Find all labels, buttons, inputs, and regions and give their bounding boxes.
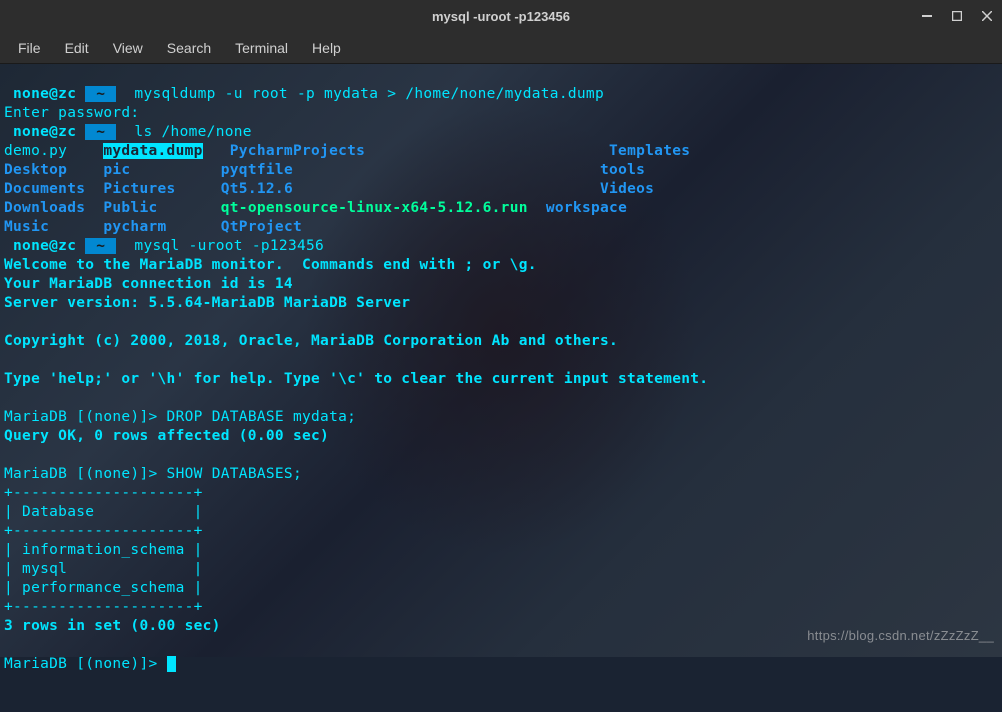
ls-spacer xyxy=(167,219,221,235)
menu-file[interactable]: File xyxy=(6,36,53,60)
ls-spacer xyxy=(528,200,546,216)
ls-dir: Music xyxy=(4,219,49,235)
prompt-user: none@zc xyxy=(4,124,85,140)
ls-spacer xyxy=(130,162,220,178)
ls-dir: Downloads xyxy=(4,200,85,216)
ls-dir: Qt5.12.6 xyxy=(221,181,293,197)
ls-file-highlighted: mydata.dump xyxy=(103,143,202,159)
window-title: mysql -uroot -p123456 xyxy=(432,9,570,24)
menu-edit[interactable]: Edit xyxy=(53,36,101,60)
table-row: | performance_schema | xyxy=(4,580,203,596)
prompt-path: ~ xyxy=(85,238,116,254)
ls-dir: QtProject xyxy=(221,219,302,235)
table-separator: +--------------------+ xyxy=(4,523,203,539)
output-line: Server version: 5.5.64-MariaDB MariaDB S… xyxy=(4,295,410,311)
cursor xyxy=(167,656,176,672)
command-text: mysqldump -u root -p mydata > /home/none… xyxy=(116,86,604,102)
ls-dir: pycharm xyxy=(103,219,166,235)
ls-dir: workspace xyxy=(546,200,627,216)
ls-spacer xyxy=(293,162,600,178)
menu-view[interactable]: View xyxy=(101,36,155,60)
ls-spacer xyxy=(293,181,600,197)
ls-dir: Pictures xyxy=(103,181,175,197)
prompt-user: none@zc xyxy=(4,238,85,254)
prompt-path: ~ xyxy=(85,86,116,102)
output-line: Type 'help;' or '\h' for help. Type '\c'… xyxy=(4,371,708,387)
output-line: Enter password: xyxy=(4,105,148,121)
ls-dir: pyqtfile xyxy=(221,162,293,178)
watermark: https://blog.csdn.net/zZzZzZ__ xyxy=(807,626,994,645)
prompt-user: none@zc xyxy=(4,86,85,102)
ls-spacer xyxy=(176,181,221,197)
mariadb-prompt: MariaDB [(none)]> xyxy=(4,466,167,482)
command-text: mysql -uroot -p123456 xyxy=(116,238,324,254)
menu-terminal[interactable]: Terminal xyxy=(223,36,300,60)
ls-spacer xyxy=(85,200,103,216)
ls-spacer xyxy=(203,143,230,159)
table-separator: +--------------------+ xyxy=(4,599,203,615)
table-row: | information_schema | xyxy=(4,542,203,558)
table-row: | mysql | xyxy=(4,561,203,577)
menu-search[interactable]: Search xyxy=(155,36,223,60)
mariadb-prompt: MariaDB [(none)]> xyxy=(4,409,167,425)
close-button[interactable] xyxy=(978,7,996,25)
output-line: Copyright (c) 2000, 2018, Oracle, MariaD… xyxy=(4,333,618,349)
mariadb-prompt: MariaDB [(none)]> xyxy=(4,656,167,672)
window-controls xyxy=(918,7,996,25)
minimize-button[interactable] xyxy=(918,7,936,25)
sql-command: SHOW DATABASES; xyxy=(167,466,302,482)
ls-spacer xyxy=(158,200,221,216)
sql-command: DROP DATABASE mydata; xyxy=(167,409,357,425)
ls-dir: tools xyxy=(600,162,645,178)
output-line: Query OK, 0 rows affected (0.00 sec) xyxy=(4,428,329,444)
ls-dir: Videos xyxy=(600,181,654,197)
terminal-area[interactable]: none@zc ~ mysqldump -u root -p mydata > … xyxy=(0,64,1002,657)
output-line: 3 rows in set (0.00 sec) xyxy=(4,618,221,634)
ls-spacer xyxy=(365,143,609,159)
ls-spacer xyxy=(49,219,103,235)
prompt-path: ~ xyxy=(85,124,116,140)
ls-dir: Templates xyxy=(609,143,690,159)
ls-spacer xyxy=(67,162,103,178)
ls-dir: Documents xyxy=(4,181,85,197)
command-text: ls /home/none xyxy=(116,124,251,140)
maximize-button[interactable] xyxy=(948,7,966,25)
table-header: | Database | xyxy=(4,504,203,520)
ls-spacer xyxy=(85,181,103,197)
ls-dir: pic xyxy=(103,162,130,178)
ls-executable: qt-opensource-linux-x64-5.12.6.run xyxy=(221,200,528,216)
output-line: Welcome to the MariaDB monitor. Commands… xyxy=(4,257,537,273)
ls-file: demo.py xyxy=(4,143,103,159)
menu-help[interactable]: Help xyxy=(300,36,353,60)
terminal-content: none@zc ~ mysqldump -u root -p mydata > … xyxy=(4,85,998,674)
ls-dir: PycharmProjects xyxy=(230,143,365,159)
window-titlebar: mysql -uroot -p123456 xyxy=(0,0,1002,32)
table-separator: +--------------------+ xyxy=(4,485,203,501)
ls-dir: Desktop xyxy=(4,162,67,178)
output-line: Your MariaDB connection id is 14 xyxy=(4,276,293,292)
ls-dir: Public xyxy=(103,200,157,216)
menubar: File Edit View Search Terminal Help xyxy=(0,32,1002,64)
